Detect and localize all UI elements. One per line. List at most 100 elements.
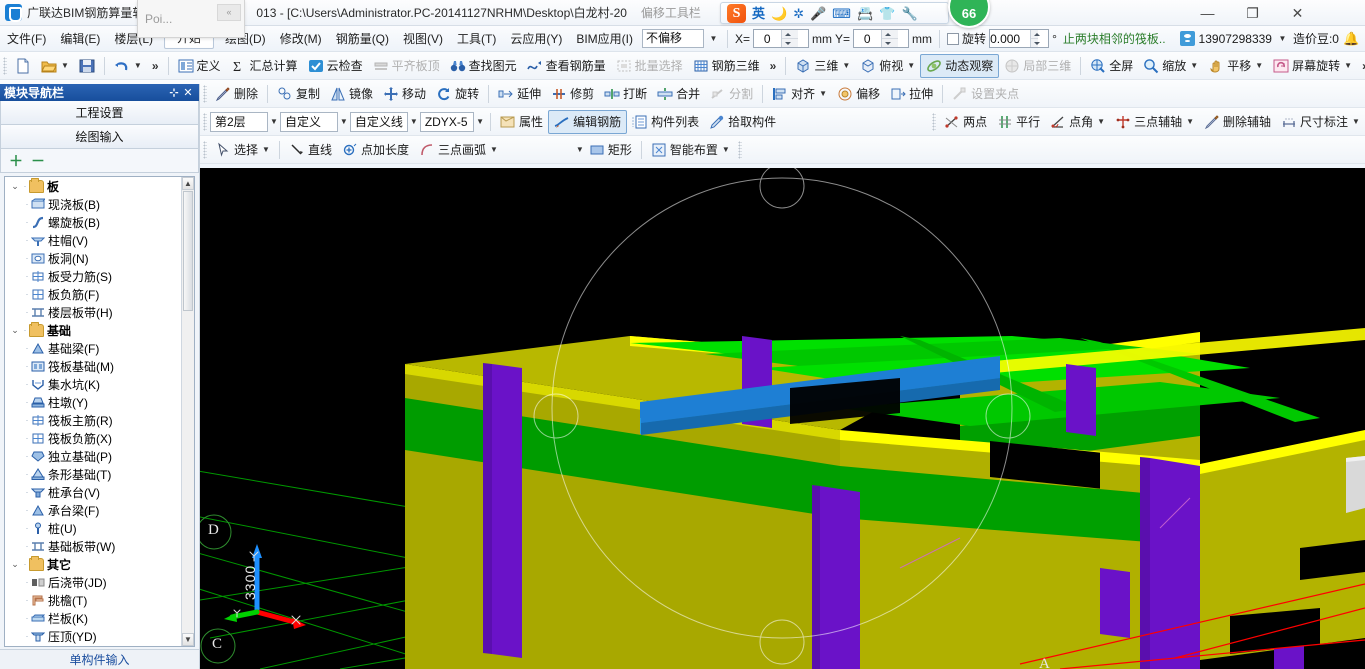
tree-item-pile[interactable]: · 桩(U) (5, 519, 181, 537)
tb-local-3d[interactable]: 局部三维 (999, 54, 1076, 78)
tb-pan-chevron-down-icon[interactable]: ▼ (1255, 61, 1263, 70)
tree-expand-chevron-icon[interactable]: ⌄ (9, 181, 21, 192)
tree-item-floor-slab-band[interactable]: · 楼层板带(H) (5, 303, 181, 321)
toolbar-modify-gripper[interactable] (203, 84, 207, 103)
notification-bell-icon[interactable]: 🔔 (1343, 31, 1359, 47)
menu-view[interactable]: 视图(V) (396, 28, 450, 50)
tree-scroll-up-icon[interactable]: ▲ (182, 177, 194, 190)
tb-copy[interactable]: 复制 (272, 82, 325, 106)
tb-set-grip[interactable]: 设置夹点 (947, 82, 1024, 106)
member-chevron-down-icon[interactable]: ▼ (474, 117, 486, 126)
floor-chevron-down-icon[interactable]: ▼ (268, 117, 280, 126)
account-chevron-down-icon[interactable]: ▼ (1276, 34, 1289, 43)
tree-item-slab-negative-rebar[interactable]: · 板负筋(F) (5, 285, 181, 303)
ime-moon-icon[interactable]: 🌙 (771, 7, 787, 20)
tb-select-chevron-down-icon[interactable]: ▼ (262, 145, 270, 154)
tb-extend[interactable]: 延伸 (493, 82, 546, 106)
tree-group-custom[interactable]: ⌄·自定义 (5, 645, 181, 646)
tree-item-coping[interactable]: · 压顶(YD) (5, 627, 181, 645)
tree-item-raft-negative-rebar[interactable]: · 筏板负筋(X) (5, 429, 181, 447)
tb-view-rebar-qty[interactable]: 查看钢筋量 (522, 54, 611, 78)
tb-three-point-aux-axis-chevron-down-icon[interactable]: ▼ (1186, 117, 1194, 126)
tb-three-point-aux-axis[interactable]: 三点辅轴 ▼ (1110, 110, 1199, 134)
tree-item-foundation-slab-band[interactable]: · 基础板带(W) (5, 537, 181, 555)
ime-voice-icon[interactable]: 🎤 (810, 7, 826, 20)
tb-screen-rotate[interactable]: 屏幕旋转 ▼ (1268, 54, 1357, 78)
category-chevron-down-icon[interactable]: ▼ (338, 117, 350, 126)
tb-mirror[interactable]: 镜像 (325, 82, 378, 106)
account-area[interactable]: 13907298339 ▼ 造价豆:0 🔔 » (1179, 30, 1365, 47)
tb-line[interactable]: 直线 (284, 138, 337, 162)
tb-zoom[interactable]: 缩放 ▼ (1138, 54, 1203, 78)
poi-popup-collapse-button[interactable]: « (217, 4, 241, 21)
ime-sparkle-icon[interactable]: ✲ (793, 7, 804, 20)
poi-popup[interactable]: Poi... « (137, 0, 245, 38)
tree-item-slab-main-rebar[interactable]: · 板受力筋(S) (5, 267, 181, 285)
tb-pan[interactable]: 平移 ▼ (1203, 54, 1268, 78)
category-select[interactable]: 自定义 (279, 111, 338, 132)
menu-file[interactable]: 文件(F) (0, 28, 53, 50)
tree-scrollbar[interactable]: ▲ ▼ (181, 177, 194, 646)
add-icon[interactable]: ＋ (9, 151, 23, 171)
pin-icon[interactable]: ⊹ (167, 86, 181, 99)
save-button[interactable] (74, 54, 100, 78)
ime-lang-english-icon[interactable]: 英 (752, 7, 765, 20)
ime-skin-icon[interactable]: 👕 (879, 7, 895, 20)
type-chevron-down-icon[interactable]: ▼ (408, 117, 420, 126)
tb-merge[interactable]: 合并 (652, 82, 705, 106)
menu-rebar-qty[interactable]: 钢筋量(Q) (329, 28, 396, 50)
toolbar-axis-gripper[interactable] (932, 112, 937, 131)
toolbar1-tail-overflow-icon[interactable]: » (1357, 59, 1365, 73)
tree-item-column-pedestal[interactable]: · 柱墩(Y) (5, 393, 181, 411)
tb-screen-rotate-chevron-down-icon[interactable]: ▼ (1344, 61, 1352, 70)
quickaccess-overflow-icon[interactable]: » (147, 59, 164, 73)
tb-top-view-chevron-down-icon[interactable]: ▼ (907, 61, 915, 70)
tree-item-raft-foundation[interactable]: · 筏板基础(M) (5, 357, 181, 375)
tb-break[interactable]: 打断 (599, 82, 652, 106)
tb-summary-calc[interactable]: Σ 汇总计算 (226, 54, 303, 78)
toolbar-draw-gripper[interactable] (203, 140, 207, 159)
tb-offset[interactable]: 偏移 (832, 82, 885, 106)
tb-smart-layout-chevron-down-icon[interactable]: ▼ (722, 145, 730, 154)
tree-item-cast-in-place-slab[interactable]: · 现浇板(B) (5, 195, 181, 213)
offset-y-stepper[interactable]: 0 (853, 29, 910, 48)
offset-y-spin-buttons[interactable] (880, 30, 909, 47)
tb-rectangle[interactable]: 矩形 (584, 138, 637, 162)
tb-move[interactable]: 移动 (378, 82, 431, 106)
sidebar-close-icon[interactable]: ✕ (181, 86, 195, 99)
tree-group-slab[interactable]: ⌄ · 板 (5, 177, 181, 195)
tree-item-cap-beam[interactable]: · 承台梁(F) (5, 501, 181, 519)
ime-toolbar[interactable]: S 英 🌙 ✲ 🎤 ⌨ 📇 👕 🔧 (720, 2, 949, 24)
tb-dimension[interactable]: 尺寸标注 ▼ (1276, 110, 1365, 134)
open-button[interactable]: ▼ (36, 54, 74, 78)
maximize-button[interactable]: ❐ (1230, 0, 1275, 26)
tree-item-slab-hole[interactable]: · 板洞(N) (5, 249, 181, 267)
remove-icon[interactable]: － (31, 151, 45, 171)
offset-mode-select[interactable]: 不偏移 (642, 29, 705, 48)
tb-properties[interactable]: 属性 (495, 110, 548, 134)
ime-toolbox-icon[interactable]: 🔧 (901, 7, 917, 20)
tb-rebar-3d[interactable]: 钢筋三维 (688, 54, 765, 78)
tb-fullscreen[interactable]: 全屏 (1085, 54, 1138, 78)
tb-align-chevron-down-icon[interactable]: ▼ (819, 89, 827, 98)
offset-x-spin-buttons[interactable] (780, 30, 809, 47)
sidebar-button-project-settings[interactable]: 工程设置 (0, 101, 199, 125)
toolbar-gripper[interactable] (3, 56, 7, 75)
toolbar1-overflow-icon[interactable]: » (765, 59, 782, 73)
tb-find-element[interactable]: 查找图元 (445, 54, 522, 78)
tb-rotate[interactable]: 旋转 (431, 82, 484, 106)
toolbar-draw-gripper-end[interactable] (737, 140, 742, 159)
3d-viewport[interactable]: D C A 3300 (200, 168, 1365, 669)
toolbar-context-gripper[interactable] (203, 112, 207, 131)
tb-point-plus-length[interactable]: 点加长度 (337, 138, 414, 162)
draw-mode-chevron-down-icon[interactable]: ▼ (576, 145, 584, 154)
sidebar-footer-single-member-input[interactable]: 单构件输入 (0, 649, 199, 669)
new-button[interactable] (10, 54, 36, 78)
tb-select[interactable]: 选择 ▼ (210, 138, 275, 162)
menu-modify[interactable]: 修改(M) (273, 28, 329, 50)
menu-edit[interactable]: 编辑(E) (53, 28, 107, 50)
undo-button[interactable]: ▼ (109, 54, 147, 78)
offset-x-stepper[interactable]: 0 (753, 29, 810, 48)
tree-item-post-cast-strip[interactable]: · 后浇带(JD) (5, 573, 181, 591)
ime-keyboard-icon[interactable]: ⌨ (832, 7, 851, 20)
